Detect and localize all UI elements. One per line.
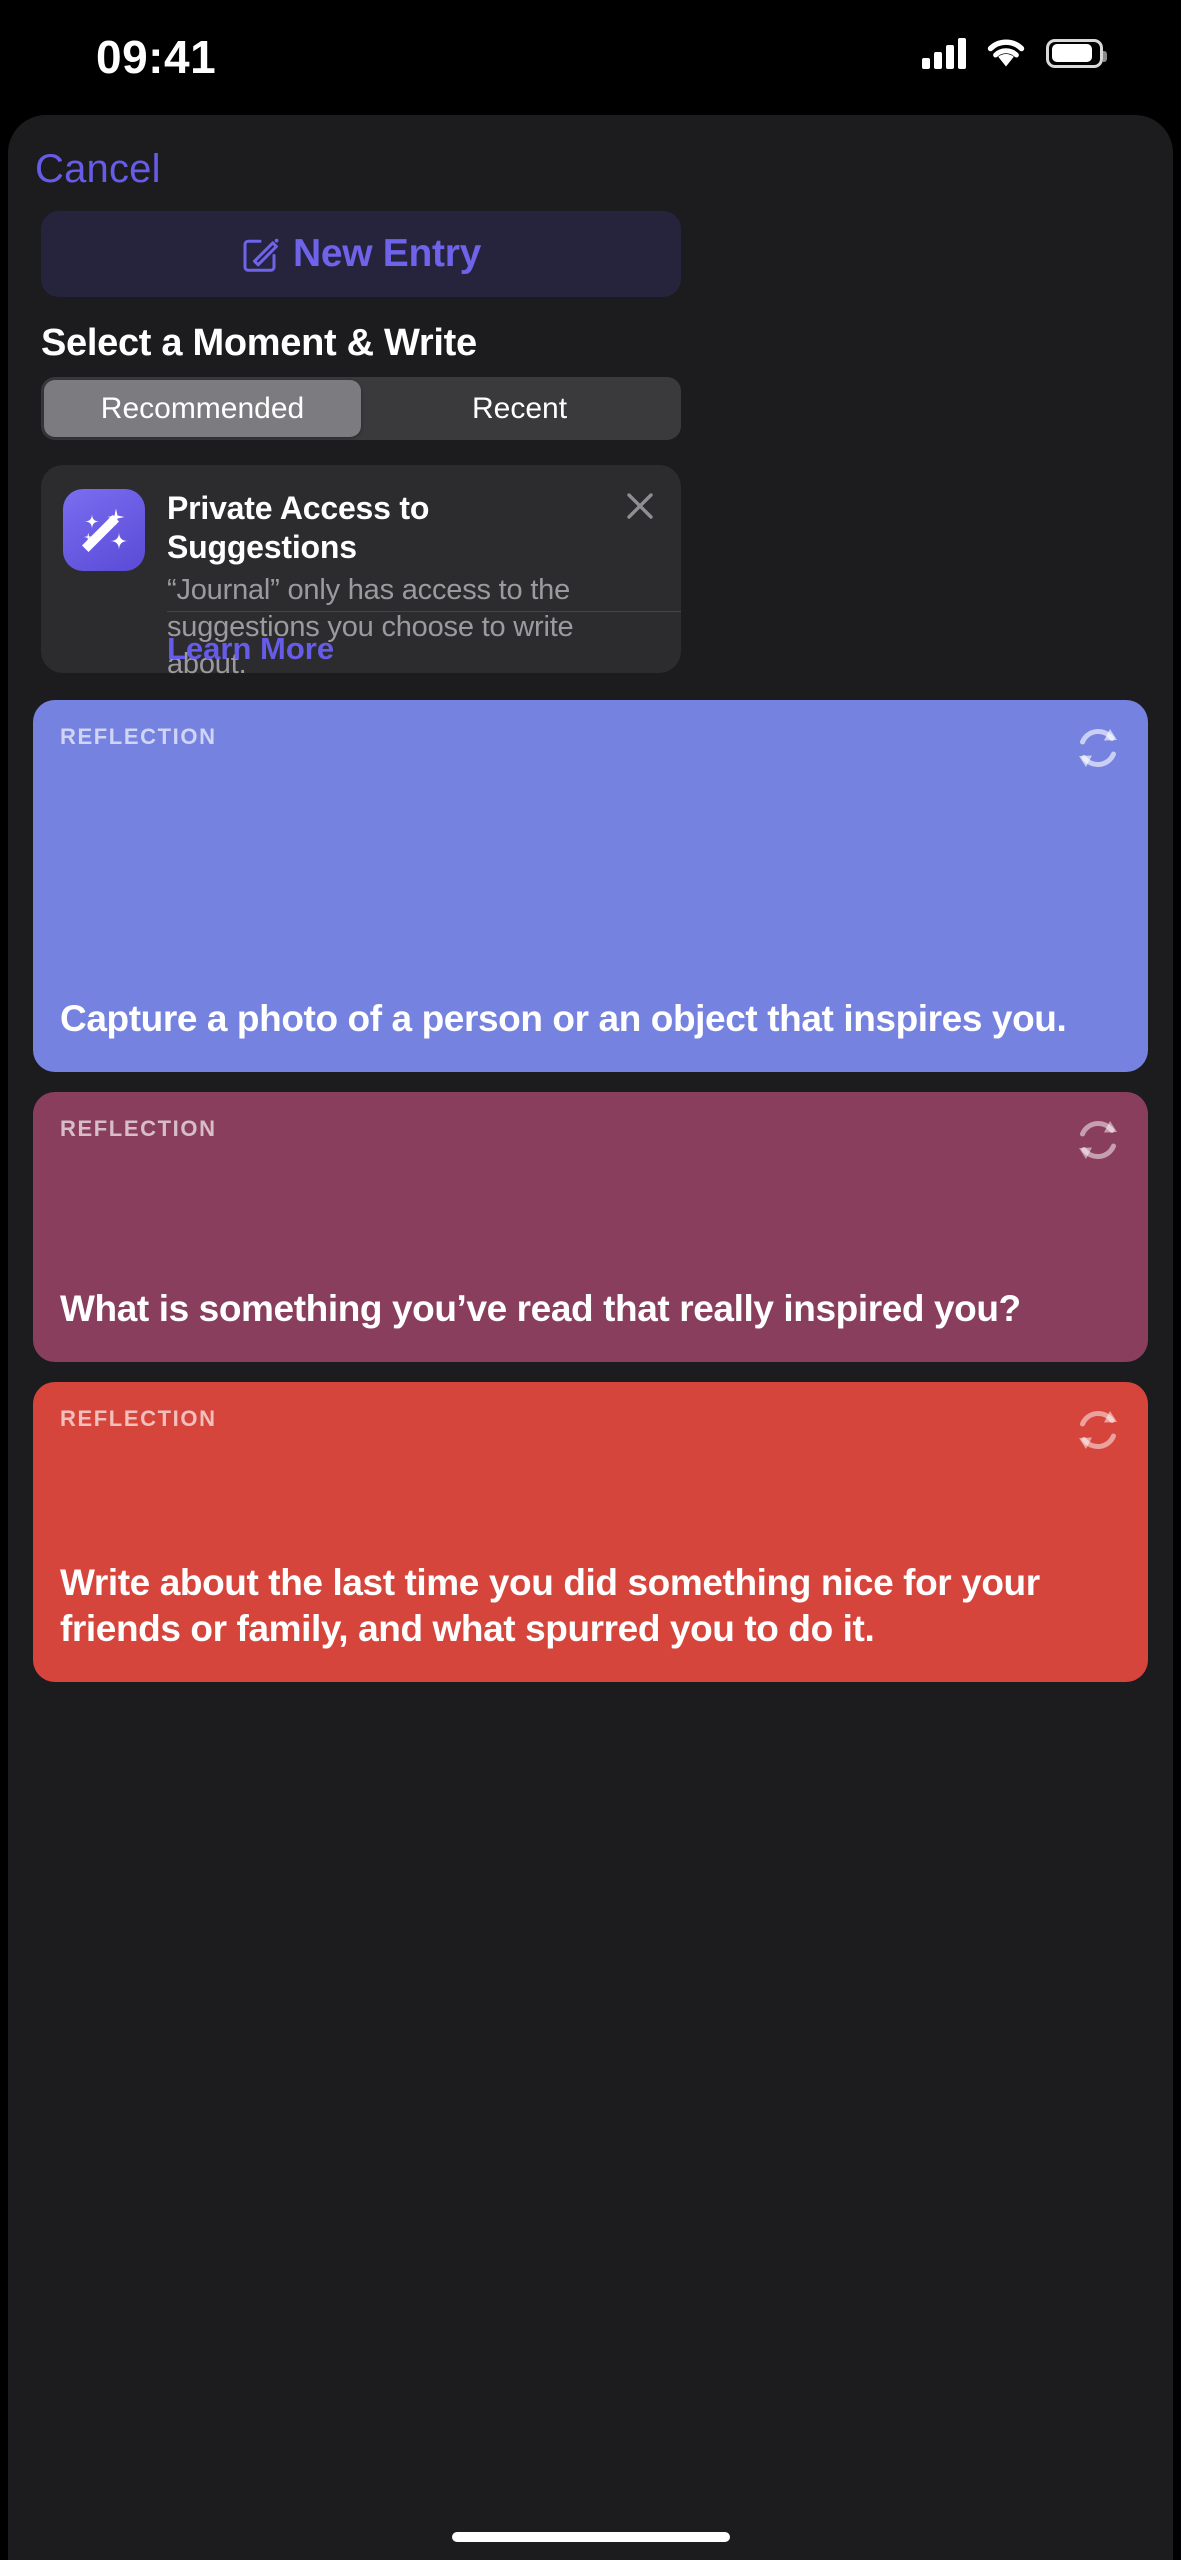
moment-filter-segmented-control[interactable]: Recommended Recent	[41, 377, 681, 440]
segment-recommended[interactable]: Recommended	[44, 380, 361, 437]
status-bar-indicators	[922, 30, 1107, 76]
suggestion-card[interactable]: REFLECTION Capture a photo of a person o…	[33, 700, 1148, 1072]
magic-wand-icon	[63, 489, 145, 571]
cellular-signal-icon	[922, 37, 966, 69]
card-kicker: REFLECTION	[60, 1406, 217, 1431]
journal-entry-sheet: Cancel New Entry Select a Moment & Write…	[8, 115, 1173, 2560]
status-bar: 09:41	[0, 0, 1181, 115]
card-prompt-text: What is something you’ve read that reall…	[60, 1288, 1021, 1330]
refresh-icon[interactable]	[1070, 1402, 1126, 1458]
phone-screen: 09:41 Cancel New Entry Select a Moment &…	[0, 0, 1181, 2560]
close-icon[interactable]	[621, 487, 659, 525]
home-indicator	[451, 2532, 730, 2542]
page-title: Select a Moment & Write	[41, 322, 477, 364]
private-access-info-card: Private Access to Suggestions “Journal” …	[41, 465, 681, 680]
segment-recent[interactable]: Recent	[361, 380, 678, 437]
card-kicker: REFLECTION	[60, 724, 217, 749]
suggestion-card[interactable]: REFLECTION Write about the last time you…	[33, 1382, 1148, 1682]
refresh-icon[interactable]	[1070, 720, 1126, 776]
battery-icon	[1046, 38, 1107, 68]
card-prompt-text: Capture a photo of a person or an object…	[60, 998, 1067, 1040]
new-entry-label: New Entry	[292, 232, 481, 275]
compose-icon	[241, 234, 281, 274]
refresh-icon[interactable]	[1070, 1112, 1126, 1168]
info-card-title: Private Access to Suggestions	[167, 490, 430, 566]
card-kicker: REFLECTION	[60, 1116, 217, 1141]
learn-more-link[interactable]: Learn More	[167, 631, 334, 667]
cancel-button[interactable]: Cancel	[35, 147, 161, 192]
card-prompt-text: Write about the last time you did someth…	[60, 1562, 1040, 1650]
wifi-icon	[985, 37, 1027, 69]
suggestion-card-list: REFLECTION Capture a photo of a person o…	[33, 700, 1148, 1702]
status-bar-time: 09:41	[96, 31, 217, 83]
new-entry-button[interactable]: New Entry	[41, 211, 681, 297]
suggestion-card[interactable]: REFLECTION What is something you’ve read…	[33, 1092, 1148, 1362]
info-card-divider	[167, 611, 681, 612]
